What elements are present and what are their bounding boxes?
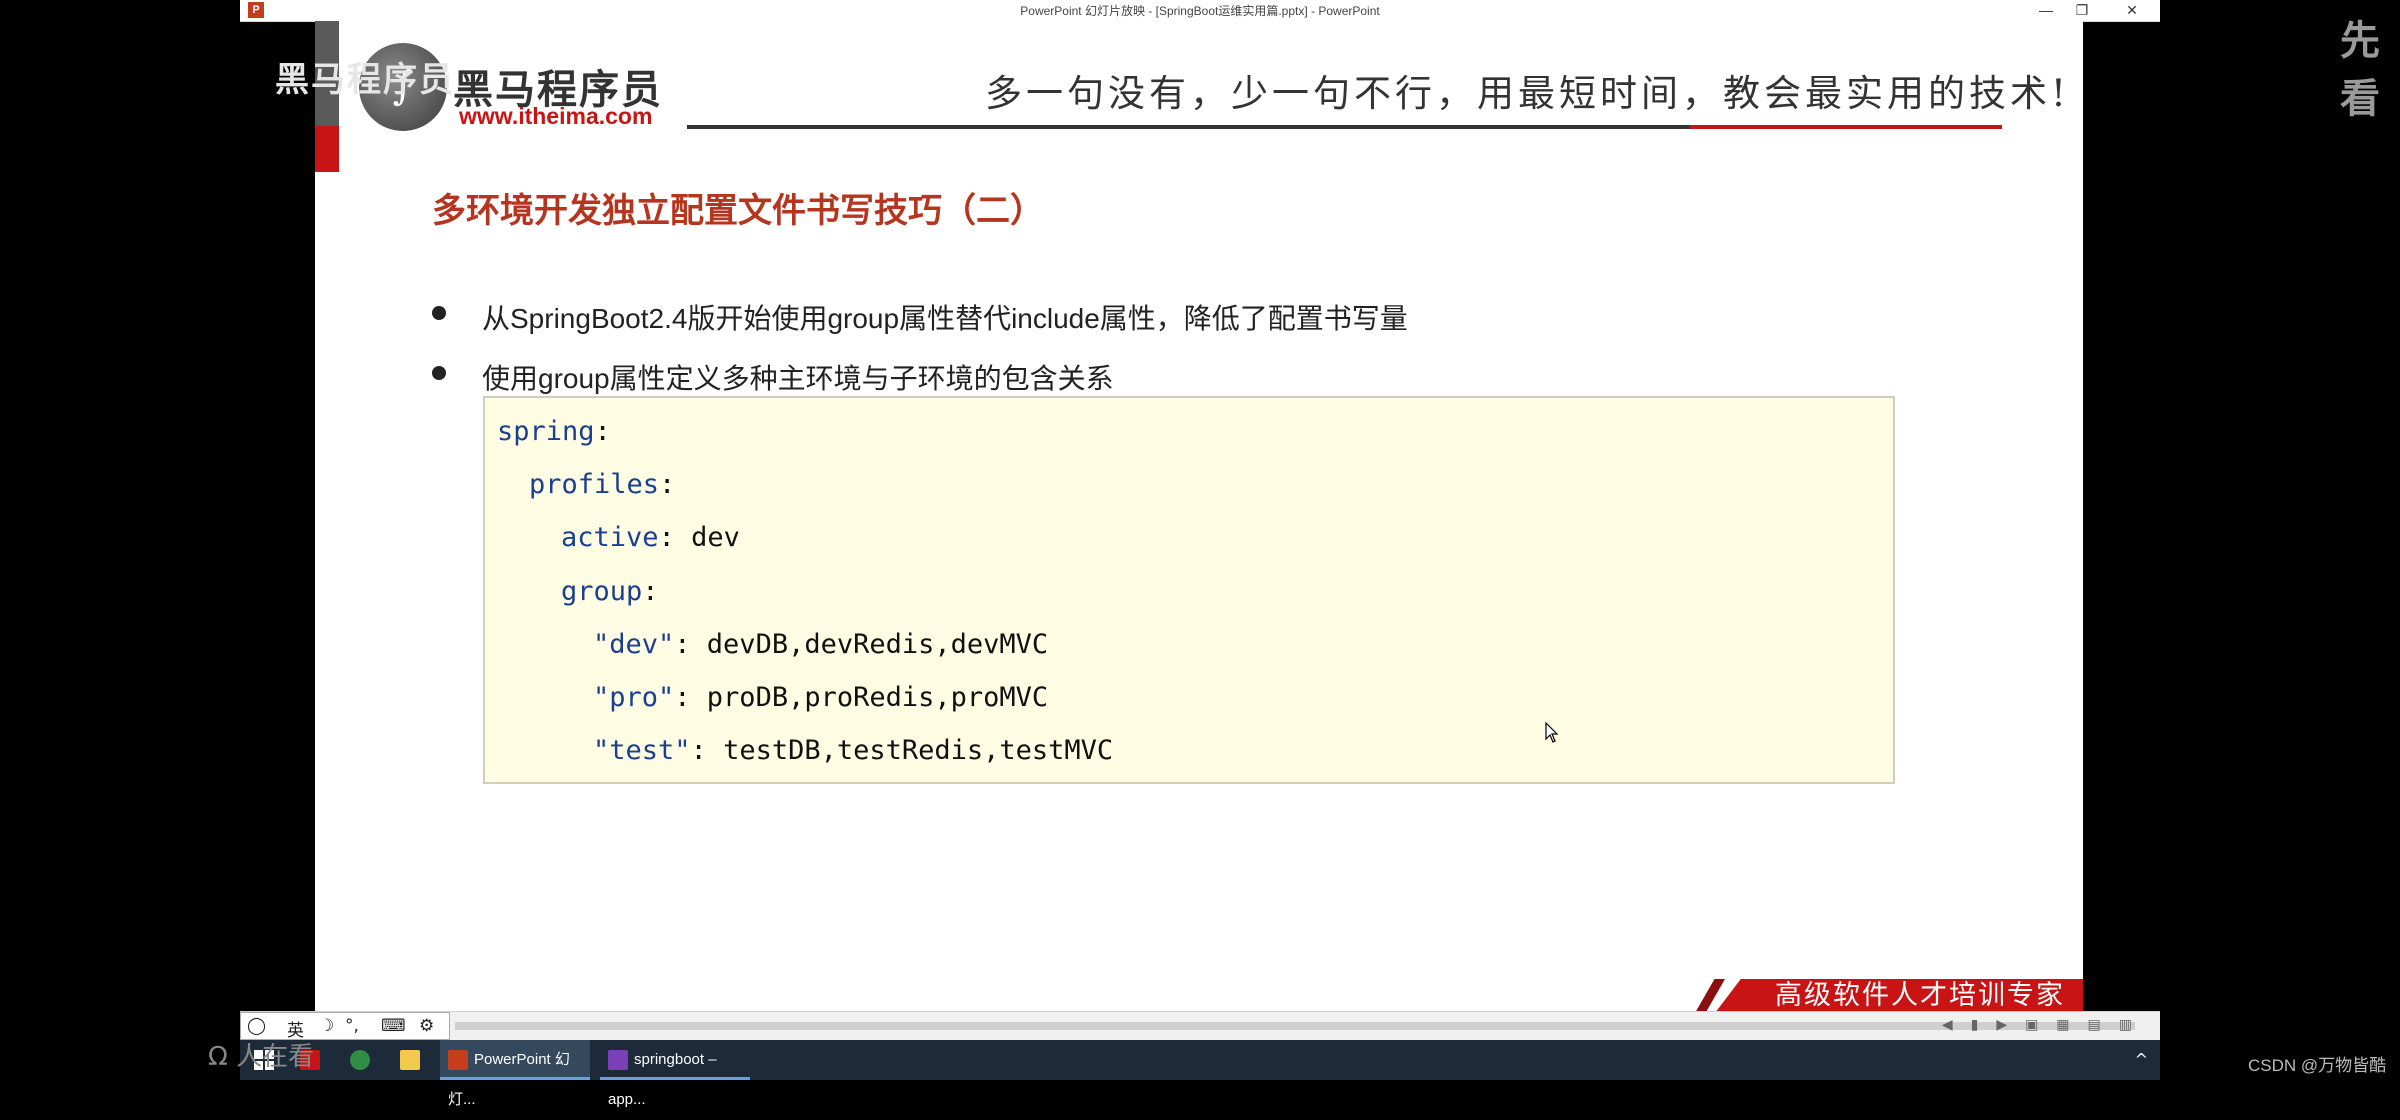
ime-keyboard-icon[interactable]: ⌨ [381,1016,406,1036]
code-line: group: [561,576,659,607]
viewer-count: Ω 人在看 [208,1042,315,1072]
code-line: active: dev [561,522,740,553]
intellij-icon [608,1050,628,1071]
restore-button[interactable]: ❐ [2064,0,2100,20]
taskbar: PowerPoint 幻灯... springboot – app... ^ [240,1040,2160,1108]
code-line: "dev": devDB,devRedis,devMVC [593,629,1049,660]
tray-chevron-icon[interactable]: ^ [2135,1050,2148,1069]
minimize-button[interactable]: — [2028,0,2064,20]
window-title: PowerPoint 幻灯片放映 - [SpringBoot运维实用篇.pptx… [1020,4,1380,18]
csdn-watermark: CSDN @万物皆酷 [2248,1056,2387,1075]
taskbar-item-intellij[interactable]: springboot – app... [600,1040,750,1108]
slideshow-toolbar: ◯ 英 ☽ °, ⌨ ⚙ ◀▮▶▣▦▤▥ [240,1011,2160,1041]
bullet-dot-icon [432,366,446,380]
ime-settings-icon[interactable]: ⚙ [419,1016,434,1036]
slide-left-accent [315,126,339,172]
code-key: "test" [593,735,691,766]
code-line: spring: [497,416,611,447]
window-titlebar: P PowerPoint 幻灯片放映 - [SpringBoot运维实用篇.pp… [240,0,2160,22]
code-value: proDB,proRedis,proMVC [706,682,1049,713]
code-key: spring [497,416,595,447]
bullet-dot-icon [432,306,446,320]
watermark-text-right: 先看 [2340,18,2380,122]
banner-text: 高级软件人才培训专家 [1775,980,2065,1011]
code-block: spring: profiles: active: dev group: "de… [483,396,1895,784]
code-line: "pro": proDB,proRedis,proMVC [593,682,1049,713]
slide-heading: 多环境开发独立配置文件书写技巧（二） [432,191,1044,231]
file-explorer-icon[interactable] [400,1040,426,1080]
ime-logo-icon[interactable]: ◯ [247,1016,266,1036]
code-value: dev [691,522,740,553]
code-key: "pro" [593,682,675,713]
code-key: active [561,522,659,553]
code-key: group [561,576,643,607]
chrome-icon[interactable] [350,1040,376,1080]
taskbar-item-powerpoint[interactable]: PowerPoint 幻灯... [440,1040,590,1108]
close-button[interactable]: ✕ [2114,0,2150,20]
code-key: profiles [529,469,660,500]
code-value: testDB,testRedis,testMVC [723,735,1114,766]
code-value: devDB,devRedis,devMVC [706,629,1049,660]
slogan: 多一句没有，少一句不行，用最短时间，教会最实用的技术! [985,72,2070,115]
header-divider-accent [1690,125,2002,129]
powerpoint-icon [448,1050,468,1071]
code-line: profiles: [529,469,676,500]
bullet-text: 从SpringBoot2.4版开始使用group属性替代include属性，降低… [482,303,1408,334]
slide-progress-track[interactable] [455,1022,2135,1030]
view-buttons[interactable]: ◀▮▶▣▦▤▥ [1942,1017,2150,1033]
slide-banner: 高级软件人才培训专家 [1715,979,2083,1011]
code-key: "dev" [593,629,675,660]
ime-punctuation-icon[interactable]: °, [345,1016,359,1036]
code-line: "test": testDB,testRedis,testMVC [593,735,1114,766]
ime-fullwidth-icon[interactable]: ☽ [319,1016,334,1036]
bullet-text: 使用group属性定义多种主环境与子环境的包含关系 [482,363,1114,394]
mouse-pointer-icon [1545,721,1561,748]
logo-url: www.itheima.com [459,103,653,129]
slide: ∫ 黑马程序员 www.itheima.com 多一句没有，少一句不行，用最短时… [315,21,2083,1011]
watermark-text: 黑马程序员 [275,60,455,100]
